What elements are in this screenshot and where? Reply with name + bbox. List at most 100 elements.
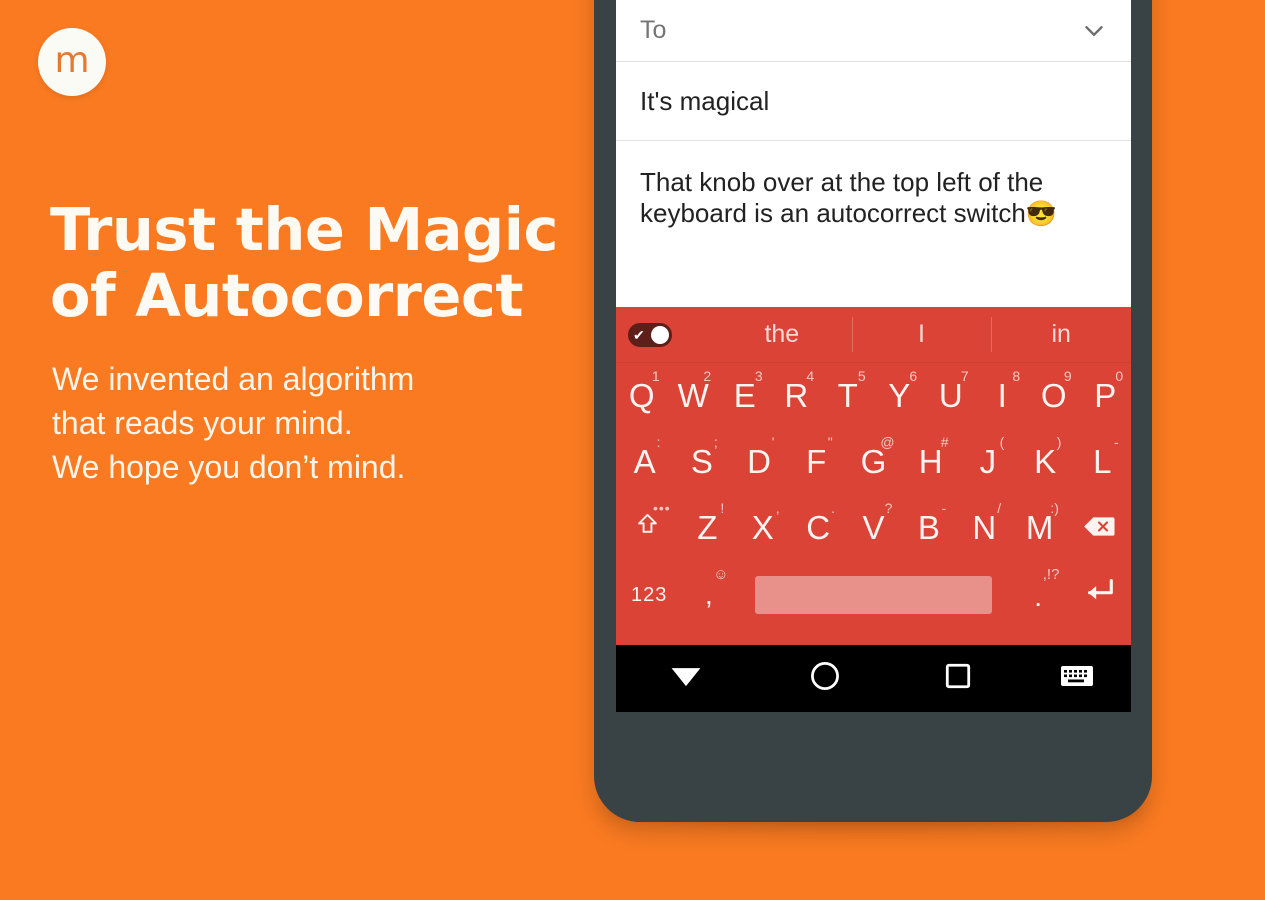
key-i-label: I — [997, 377, 1007, 414]
key-comma-label: , — [705, 579, 713, 610]
nav-keyboard-switcher-button[interactable] — [1023, 665, 1131, 692]
key-g[interactable]: @ G — [845, 429, 902, 495]
key-f[interactable]: " F — [788, 429, 845, 495]
key-b[interactable]: -B — [901, 495, 956, 561]
key-k[interactable]: ) K — [1017, 429, 1074, 495]
minuum-m-logo-icon: m — [54, 39, 90, 81]
key-x[interactable]: ,X — [735, 495, 790, 561]
key-l-label: L — [1093, 443, 1112, 480]
key-k-label: K — [1034, 443, 1057, 480]
key-d-label: D — [747, 443, 771, 480]
key-a[interactable]: :A — [616, 429, 673, 495]
key-spacebar[interactable] — [735, 561, 1011, 629]
key-m[interactable]: :) M — [1012, 495, 1067, 561]
key-f-sup: " — [827, 434, 833, 450]
key-i[interactable]: 8I — [977, 363, 1029, 429]
compose-to-field[interactable]: To — [616, 0, 1131, 62]
key-s-label: S — [690, 443, 713, 480]
key-e-sup: 3 — [754, 368, 763, 384]
body-text-span: That knob over at the top left of the ke… — [640, 167, 1044, 229]
key-y-label: Y — [888, 377, 911, 414]
suggestion-list: the I in — [712, 307, 1131, 362]
chevron-down-icon[interactable] — [1081, 18, 1107, 44]
key-j[interactable]: (J — [959, 429, 1016, 495]
key-l-sup: - — [1114, 434, 1119, 450]
key-v[interactable]: ? V — [846, 495, 901, 561]
compose-body-field[interactable]: That knob over at the top left of the ke… — [616, 141, 1131, 306]
key-l[interactable]: -L — [1074, 429, 1131, 495]
key-n[interactable]: / N — [957, 495, 1012, 561]
key-q[interactable]: 1Q — [616, 363, 668, 429]
page-headline: Trust the Magic of Autocorrect — [50, 195, 570, 331]
key-j-label: J — [979, 443, 997, 480]
key-e-label: E — [733, 377, 756, 414]
key-d[interactable]: ' D — [730, 429, 787, 495]
key-u[interactable]: 7U — [925, 363, 977, 429]
suggestion-item-1[interactable]: the — [712, 307, 852, 362]
circle-icon — [809, 660, 841, 697]
keyboard-row-2: :A ; S ' D " F @ G # H (J ) K -L — [616, 429, 1131, 495]
headline-line-1: Trust the Magic — [50, 195, 558, 264]
key-c-sup: . — [831, 500, 836, 516]
key-b-label: B — [917, 509, 940, 546]
headline-line-2: of Autocorrect — [50, 261, 524, 331]
suggestion-strip: ✔ the I in — [616, 307, 1131, 363]
key-a-sup: : — [656, 434, 661, 450]
autocorrect-switch[interactable]: ✔ — [628, 322, 672, 347]
key-v-sup: ? — [884, 500, 893, 516]
key-shift[interactable]: ••• — [616, 495, 680, 561]
triangle-down-icon — [668, 662, 704, 696]
keyboard-row-4: 123 ☺, ,!?. — [616, 561, 1131, 629]
subject-value: It's magical — [640, 85, 770, 116]
key-h[interactable]: # H — [902, 429, 959, 495]
suggestion-item-3[interactable]: in — [991, 307, 1131, 362]
key-y[interactable]: 6Y — [874, 363, 926, 429]
key-m-label: M — [1025, 509, 1054, 546]
key-p-sup: 0 — [1115, 368, 1124, 384]
key-e[interactable]: 3E — [719, 363, 771, 429]
key-j-sup: ( — [999, 434, 1005, 450]
key-comma[interactable]: ☺, — [682, 561, 735, 629]
key-i-sup: 8 — [1012, 368, 1021, 384]
key-s[interactable]: ; S — [673, 429, 730, 495]
key-numbers-label: 123 — [630, 583, 668, 606]
nav-back-hide-keyboard-button[interactable] — [616, 662, 755, 696]
keyboard-row-1: 1Q 2W 3E 4R 5T 6Y 7U 8I 9O 0P — [616, 363, 1131, 429]
nav-home-button[interactable] — [755, 660, 894, 697]
key-w-sup: 2 — [703, 368, 712, 384]
key-z[interactable]: ! Z — [680, 495, 735, 561]
key-period-sup: ,!? — [1042, 566, 1060, 583]
key-o[interactable]: 9O — [1028, 363, 1080, 429]
key-q-sup: 1 — [651, 368, 660, 384]
key-r[interactable]: 4R — [771, 363, 823, 429]
promo-panel: m Trust the Magic of Autocorrect We inve… — [0, 0, 600, 900]
key-enter[interactable] — [1065, 561, 1131, 629]
on-screen-keyboard: ✔ the I in 1Q 2W 3E 4R 5T 6Y 7U 8I 9O 0P… — [616, 307, 1131, 645]
key-c[interactable]: .C — [790, 495, 845, 561]
key-r-label: R — [784, 377, 809, 414]
key-period-label: . — [1034, 581, 1042, 612]
key-w[interactable]: 2W — [668, 363, 720, 429]
key-m-sup: :) — [1050, 500, 1059, 516]
suggestion-item-2[interactable]: I — [851, 307, 992, 362]
key-p[interactable]: 0P — [1080, 363, 1132, 429]
brand-logo: m — [38, 28, 106, 96]
key-numbers-mode[interactable]: 123 — [616, 561, 682, 629]
subhead-line-3: We hope you don’t mind. — [52, 448, 406, 485]
subhead-line-2: that reads your mind. — [52, 404, 353, 441]
key-period[interactable]: ,!?. — [1012, 561, 1065, 629]
key-backspace[interactable] — [1067, 495, 1131, 561]
sunglasses-emoji-icon: 😎 — [1025, 200, 1057, 229]
key-t[interactable]: 5T — [822, 363, 874, 429]
enter-icon — [1081, 577, 1115, 614]
key-t-label: T — [837, 377, 858, 414]
key-n-label: N — [972, 509, 997, 546]
compose-subject-field[interactable]: It's magical — [616, 62, 1131, 141]
android-navigation-bar — [616, 645, 1131, 712]
check-icon: ✔ — [633, 326, 645, 343]
nav-recents-button[interactable] — [894, 661, 1023, 696]
toggle-knob — [651, 325, 669, 344]
backspace-icon — [1083, 513, 1115, 544]
key-r-sup: 4 — [806, 368, 815, 384]
to-field-label: To — [640, 16, 667, 44]
